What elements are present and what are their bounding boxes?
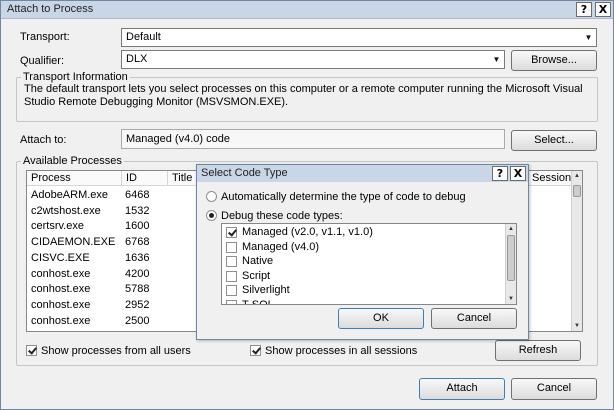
process-name: CIDAEMON.EXE xyxy=(31,236,116,249)
show-all-users-checkbox[interactable] xyxy=(26,345,37,356)
list-item[interactable]: Silverlight xyxy=(222,283,502,298)
code-type-checkbox[interactable] xyxy=(226,285,237,296)
process-id: 1636 xyxy=(125,251,150,264)
code-types-scrollbar[interactable]: ▲ ▼ xyxy=(505,224,516,304)
attach-button[interactable]: Attach xyxy=(419,378,505,400)
process-id: 6768 xyxy=(125,236,150,249)
transport-value: Default xyxy=(126,31,161,43)
qualifier-combobox[interactable]: DLX ▼ xyxy=(121,50,505,69)
transport-label: Transport: xyxy=(20,31,70,43)
scroll-thumb[interactable] xyxy=(573,185,581,197)
close-button[interactable]: X xyxy=(595,2,611,17)
process-name: CISVC.EXE xyxy=(31,251,90,264)
process-id: 2500 xyxy=(125,314,150,327)
help-button[interactable]: ? xyxy=(576,2,592,17)
transport-dropdown[interactable]: Default ▼ xyxy=(121,28,597,47)
show-all-sessions-label[interactable]: Show processes in all sessions xyxy=(265,345,417,357)
debug-these-radio[interactable] xyxy=(206,210,217,221)
process-id: 6468 xyxy=(125,189,150,201)
process-name: AdobeARM.exe xyxy=(31,189,109,201)
code-type-checkbox[interactable] xyxy=(226,270,237,282)
chevron-down-icon[interactable]: ▼ xyxy=(581,29,596,46)
code-type-label: Script xyxy=(242,269,271,282)
dialog-titlebar: Select Code Type ? X xyxy=(197,165,528,182)
process-name: c2wtshost.exe xyxy=(31,204,101,217)
column-header-session[interactable]: Session xyxy=(527,171,573,186)
dialog-help-button[interactable]: ? xyxy=(492,166,508,181)
list-item[interactable]: Managed (v2.0, v1.1, v1.0) xyxy=(222,225,502,240)
select-code-type-button[interactable]: Select... xyxy=(511,130,597,151)
code-type-label: Native xyxy=(242,255,274,267)
list-item[interactable]: Managed (v4.0) xyxy=(222,240,502,255)
code-types-list[interactable]: Managed (v2.0, v1.1, v1.0) Managed (v4.0)… xyxy=(221,223,517,305)
available-processes-title: Available Processes xyxy=(21,155,124,167)
code-type-checkbox[interactable] xyxy=(226,256,237,267)
browse-button[interactable]: Browse... xyxy=(511,50,597,71)
show-all-sessions-checkbox[interactable] xyxy=(250,345,261,356)
process-id: 5788 xyxy=(125,283,150,296)
column-header-process[interactable]: Process xyxy=(27,171,122,186)
list-item[interactable]: Native xyxy=(222,254,502,269)
code-type-label: Managed (v4.0) xyxy=(242,240,320,253)
code-type-checkbox[interactable] xyxy=(226,299,237,304)
chevron-down-icon[interactable]: ▼ xyxy=(489,51,504,68)
refresh-button[interactable]: Refresh xyxy=(495,340,581,361)
process-name: conhost.exe xyxy=(31,314,91,327)
dialog-title: Select Code Type xyxy=(201,167,288,179)
process-list-scrollbar[interactable]: ▲ ▼ xyxy=(571,171,582,331)
process-name: conhost.exe xyxy=(31,298,91,311)
auto-detect-label[interactable]: Automatically determine the type of code… xyxy=(221,191,466,203)
code-type-label: Managed (v2.0, v1.1, v1.0) xyxy=(242,226,373,238)
attach-to-value: Managed (v4.0) code xyxy=(126,133,230,145)
scroll-thumb[interactable] xyxy=(507,235,515,281)
transport-information-group: Transport Information The default transp… xyxy=(16,71,598,122)
scroll-down-icon[interactable]: ▼ xyxy=(572,321,582,331)
process-id: 1532 xyxy=(125,204,150,217)
dialog-cancel-button[interactable]: Cancel xyxy=(431,308,517,329)
process-name: conhost.exe xyxy=(31,267,91,280)
column-header-id[interactable]: ID xyxy=(122,171,168,186)
process-id: 1600 xyxy=(125,220,150,233)
cancel-button[interactable]: Cancel xyxy=(511,378,597,400)
auto-detect-radio[interactable] xyxy=(206,191,217,202)
process-id: 4200 xyxy=(125,267,150,280)
scroll-up-icon[interactable]: ▲ xyxy=(572,171,582,181)
code-type-checkbox[interactable] xyxy=(226,227,237,238)
list-item[interactable]: T-SQL xyxy=(222,298,502,305)
qualifier-value: DLX xyxy=(126,53,148,65)
code-type-checkbox[interactable] xyxy=(226,241,237,253)
code-type-label: T-SQL xyxy=(242,298,274,305)
code-type-label: Silverlight xyxy=(242,284,290,296)
transport-information-title: Transport Information xyxy=(21,71,130,83)
window-title: Attach to Process xyxy=(7,3,94,15)
transport-information-text: The default transport lets you select pr… xyxy=(24,83,583,108)
debug-these-label[interactable]: Debug these code types: xyxy=(221,210,343,222)
scroll-down-icon[interactable]: ▼ xyxy=(506,294,516,304)
show-all-users-label[interactable]: Show processes from all users xyxy=(41,345,191,357)
qualifier-label: Qualifier: xyxy=(20,55,65,67)
dialog-close-button[interactable]: X xyxy=(510,166,526,181)
process-id: 2952 xyxy=(125,298,150,311)
process-name: CrmAsyncService.exe xyxy=(31,330,139,331)
process-name: conhost.exe xyxy=(31,283,91,296)
scroll-up-icon[interactable]: ▲ xyxy=(506,224,516,234)
attach-to-label: Attach to: xyxy=(20,134,67,146)
process-id: 4868 xyxy=(125,330,149,331)
select-code-type-dialog: Select Code Type ? X Automatically deter… xyxy=(196,164,529,340)
process-name: certsrv.exe xyxy=(31,220,84,233)
ok-button[interactable]: OK xyxy=(338,308,424,329)
list-item[interactable]: Script xyxy=(222,269,502,284)
attach-to-field: Managed (v4.0) code xyxy=(121,129,505,149)
window-titlebar: Attach to Process ? X xyxy=(1,1,613,19)
